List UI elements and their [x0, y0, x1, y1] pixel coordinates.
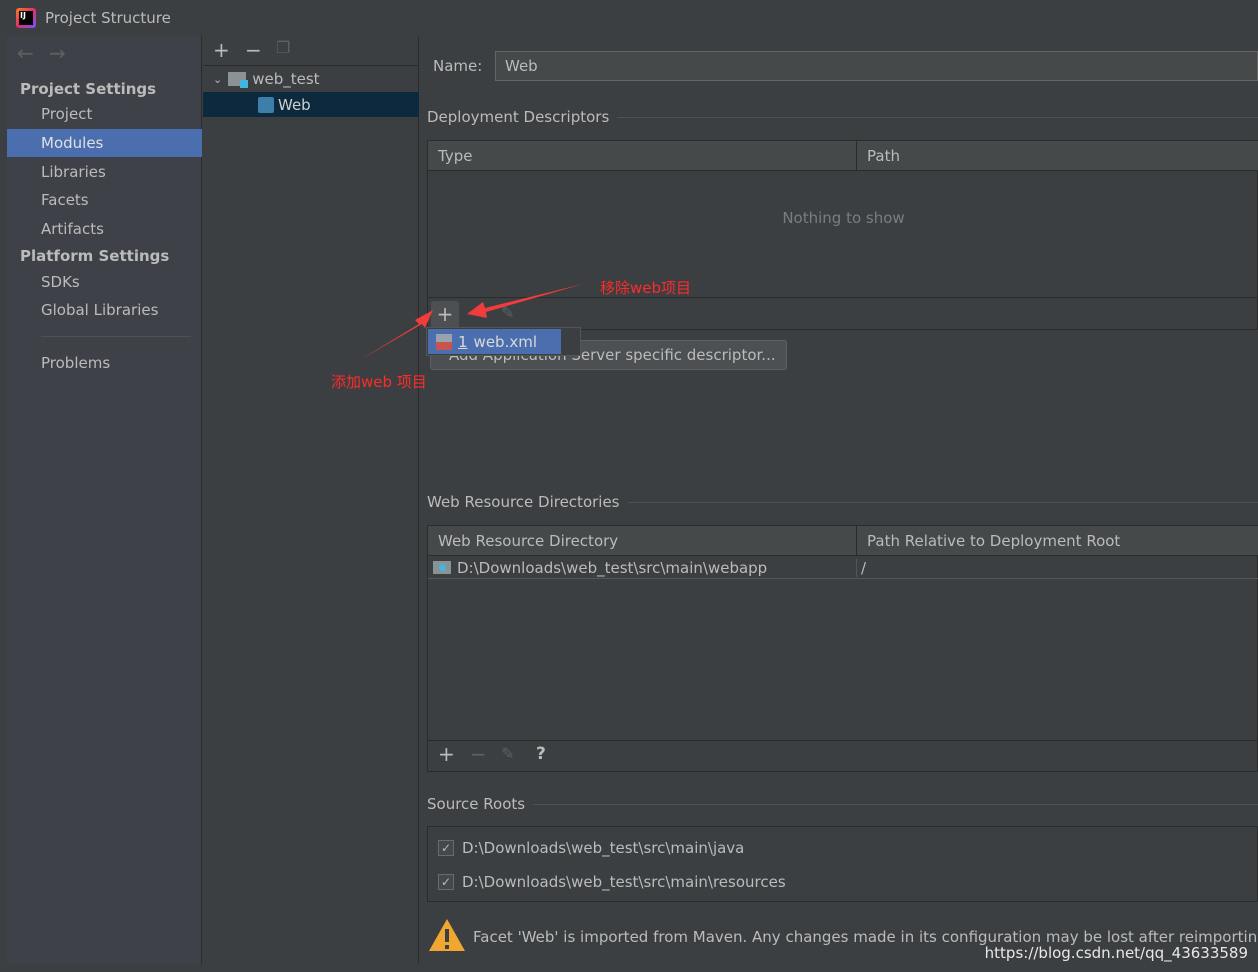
module-tree: + − ❐ ⌄ web_test Web: [203, 36, 419, 964]
intellij-logo-icon: IJ: [16, 8, 36, 28]
source-roots-list: ✓ D:\Downloads\web_test\src\main\java ✓ …: [427, 826, 1258, 902]
section-platform-settings: Platform Settings: [20, 247, 170, 265]
checkbox-checked[interactable]: ✓: [438, 874, 454, 890]
forward-arrow-icon[interactable]: →: [49, 41, 66, 65]
annotation-arrows: [360, 284, 583, 360]
edit-icon[interactable]: ✎: [501, 744, 514, 763]
sidebar-item-facets[interactable]: Facets: [7, 186, 202, 214]
column-path[interactable]: Path: [857, 141, 1258, 171]
title-bar: IJ Project Structure: [0, 0, 1258, 36]
sidebar: ← → Project Settings Project Modules Lib…: [7, 36, 202, 964]
tree-item-web-test[interactable]: ⌄ web_test: [203, 67, 419, 91]
add-icon[interactable]: +: [438, 742, 455, 766]
deployment-descriptors-header: Deployment Descriptors: [427, 108, 1258, 126]
arrow-add-icon: [360, 310, 433, 360]
column-type[interactable]: Type: [428, 141, 857, 171]
annotation-add: 添加web 项目: [331, 373, 427, 391]
tree-item-web[interactable]: Web: [203, 92, 419, 117]
web-folder-icon: [433, 561, 451, 574]
sidebar-item-project[interactable]: Project: [7, 100, 202, 128]
source-roots-header: Source Roots: [427, 795, 1258, 813]
divider: [41, 336, 191, 337]
sidebar-item-modules[interactable]: Modules: [7, 129, 202, 157]
sidebar-item-sdks[interactable]: SDKs: [7, 268, 202, 296]
column-web-resource-directory[interactable]: Web Resource Directory: [428, 526, 857, 556]
sidebar-item-artifacts[interactable]: Artifacts: [7, 215, 202, 243]
remove-icon[interactable]: −: [470, 742, 487, 766]
back-arrow-icon[interactable]: ←: [17, 41, 34, 65]
module-folder-icon: [228, 72, 249, 88]
empty-text: Nothing to show: [782, 209, 905, 227]
sidebar-item-problems[interactable]: Problems: [7, 349, 202, 377]
remove-icon[interactable]: −: [245, 38, 262, 62]
sidebar-item-global-libraries[interactable]: Global Libraries: [7, 296, 202, 324]
section-project-settings: Project Settings: [20, 80, 157, 98]
source-root-item[interactable]: ✓ D:\Downloads\web_test\src\main\resourc…: [438, 873, 786, 891]
name-input[interactable]: Web: [495, 51, 1258, 81]
column-path-relative[interactable]: Path Relative to Deployment Root: [857, 526, 1258, 556]
annotation-remove: 移除web项目: [600, 279, 692, 297]
table-row[interactable]: D:\Downloads\web_test\src\main\webapp /: [428, 557, 1258, 579]
checkbox-checked[interactable]: ✓: [438, 840, 454, 856]
source-root-item[interactable]: ✓ D:\Downloads\web_test\src\main\java: [438, 839, 744, 857]
add-icon[interactable]: +: [213, 38, 230, 62]
chevron-down-icon[interactable]: ⌄: [213, 73, 222, 86]
web-facet-icon: [258, 96, 274, 113]
arrow-remove-icon: [467, 284, 583, 318]
copy-icon[interactable]: ❐: [276, 38, 290, 57]
web-resource-directories-header: Web Resource Directories: [427, 493, 1258, 511]
warning-icon: [428, 918, 466, 952]
web-resource-table: Web Resource Directory Path Relative to …: [427, 525, 1258, 772]
sidebar-item-libraries[interactable]: Libraries: [7, 158, 202, 186]
watermark: https://blog.csdn.net/qq_43633589: [984, 944, 1248, 962]
help-icon[interactable]: ?: [536, 744, 546, 764]
name-label: Name:: [433, 57, 483, 75]
window-title: Project Structure: [45, 9, 171, 27]
facet-editor: Name: Web Deployment Descriptors Type Pa…: [420, 36, 1258, 964]
